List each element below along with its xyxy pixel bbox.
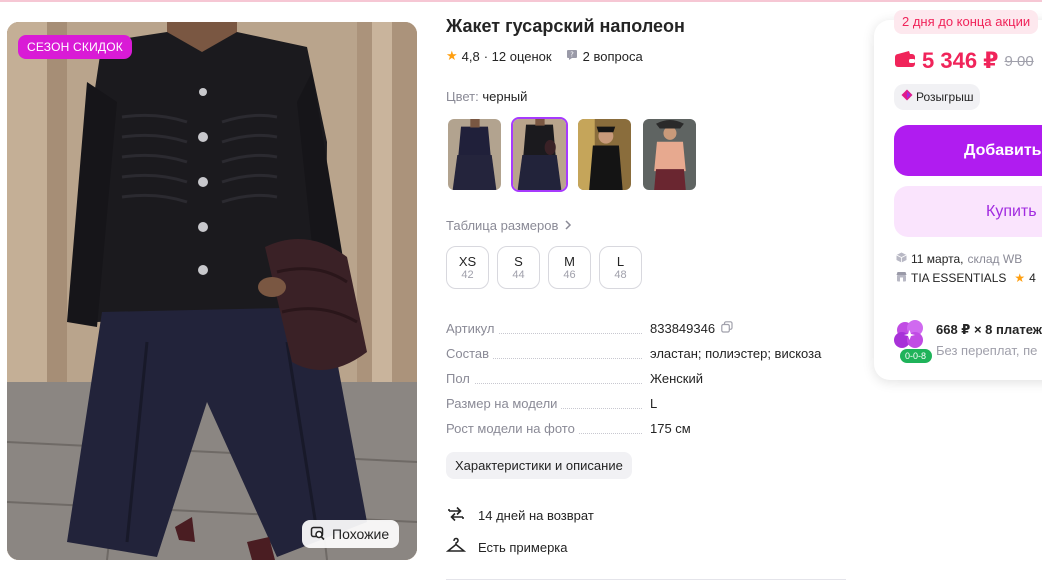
- delivery-date: 11 марта,: [911, 252, 964, 266]
- raffle-badge[interactable]: Розыгрыш: [894, 84, 981, 110]
- color-thumb-selected[interactable]: [511, 117, 568, 192]
- product-page: СЕЗОН СКИДОК Похожие Жакет гусарский нап…: [0, 0, 1042, 588]
- return-arrows-icon: [446, 504, 466, 527]
- spec-key: Рост модели на фото: [446, 421, 579, 436]
- current-price: 5 346 ₽: [922, 48, 999, 73]
- size-ru: 48: [614, 268, 627, 281]
- size-ru: 44: [512, 268, 525, 281]
- spec-row: Пол Женский: [446, 368, 846, 393]
- star-icon: ★: [1014, 271, 1026, 285]
- spec-value: 833849346: [650, 321, 733, 336]
- color-thumb[interactable]: [641, 117, 698, 192]
- buy-now-button[interactable]: Купить: [894, 186, 1042, 237]
- similar-search-icon: [310, 525, 326, 544]
- size-selector: XS 42 S 44 M 46 L 48: [446, 246, 642, 289]
- spec-value: эластан; полиэстер; вискоза: [650, 346, 822, 361]
- spec-row: Артикул 833849346: [446, 318, 846, 343]
- color-row: Цвет: черный: [446, 89, 527, 104]
- deadline-badge: 2 дня до конца акции: [894, 10, 1039, 34]
- chevron-right-icon: [564, 218, 572, 233]
- main-product-photo[interactable]: [7, 22, 417, 560]
- fitting-text: Есть примерка: [478, 540, 568, 555]
- delivery-warehouse: склад WB: [967, 252, 1023, 266]
- spec-dots: [446, 383, 642, 384]
- specs-table: Артикул 833849346 Состав эластан; полиэс…: [446, 318, 846, 443]
- size-label: S: [514, 253, 523, 269]
- spec-key: Размер на модели: [446, 396, 562, 411]
- size-option[interactable]: XS 42: [446, 246, 489, 289]
- size-table-label: Таблица размеров: [446, 218, 559, 233]
- diamond-icon: [901, 84, 913, 110]
- spec-row: Состав эластан; полиэстер; вискоза: [446, 343, 846, 368]
- svg-text:?: ?: [570, 50, 574, 58]
- installment-icon: 0-0-8: [893, 320, 933, 371]
- seller-name: TIA ESSENTIALS: [911, 271, 1007, 285]
- star-icon: ★: [446, 48, 458, 63]
- product-title: Жакет гусарский наполеон: [446, 16, 685, 36]
- similar-button[interactable]: Похожие: [302, 520, 400, 548]
- installment-title[interactable]: 668 ₽ × 8 платеж: [936, 322, 1042, 338]
- color-thumbnails: [446, 117, 698, 192]
- seller-info[interactable]: TIA ESSENTIALS ★ 4: [896, 271, 1036, 285]
- color-thumb[interactable]: [576, 117, 633, 192]
- size-label: L: [616, 253, 625, 269]
- size-label: M: [564, 253, 575, 269]
- size-option[interactable]: L 48: [599, 246, 642, 289]
- price-row: 5 346 ₽ 9 00: [894, 48, 1034, 74]
- spec-row: Рост модели на фото 175 см: [446, 418, 846, 443]
- shop-icon: [896, 271, 907, 285]
- similar-label: Похожие: [332, 526, 390, 542]
- reviews-link[interactable]: · 12 оценок: [484, 49, 552, 64]
- rating-row: ★ 4,8 · 12 оценок ? 2 вопроса: [446, 48, 643, 64]
- old-price: 9 00: [1004, 52, 1034, 70]
- spec-value: L: [650, 396, 658, 411]
- question-bubble-icon: ?: [566, 49, 578, 64]
- questions-count: 2 вопроса: [582, 48, 643, 64]
- spec-key: Артикул: [446, 321, 499, 336]
- installment-subtitle: Без переплат, пе: [936, 343, 1038, 358]
- size-ru: 42: [461, 268, 474, 281]
- return-feature: 14 дней на возврат: [446, 504, 594, 527]
- copy-icon[interactable]: [721, 321, 733, 336]
- raffle-label: Розыгрыш: [916, 90, 974, 104]
- spec-key: Пол: [446, 371, 474, 386]
- delivery-info: 11 марта, склад WB: [896, 252, 1022, 266]
- installment-badge: 0-0-8: [905, 351, 927, 361]
- top-accent-line: [0, 0, 1042, 2]
- add-to-cart-button[interactable]: Добавить: [894, 125, 1042, 176]
- color-label: Цвет:: [446, 89, 479, 104]
- spec-row: Размер на модели L: [446, 393, 846, 418]
- spec-value: Женский: [650, 371, 703, 386]
- box-icon: [896, 252, 907, 266]
- color-value: черный: [482, 89, 528, 104]
- promo-badge: СЕЗОН СКИДОК: [18, 35, 132, 59]
- size-option[interactable]: S 44: [497, 246, 540, 289]
- wallet-icon: [894, 50, 916, 73]
- return-text: 14 дней на возврат: [478, 508, 594, 523]
- divider: [446, 579, 846, 580]
- fitting-feature: Есть примерка: [445, 536, 568, 559]
- description-button[interactable]: Характеристики и описание: [446, 452, 632, 479]
- questions-link[interactable]: ? 2 вопроса: [566, 49, 643, 64]
- spec-key: Состав: [446, 346, 494, 361]
- size-ru: 46: [563, 268, 576, 281]
- rating-value: 4,8: [461, 48, 480, 64]
- hanger-icon: [445, 536, 467, 559]
- size-label: XS: [458, 253, 477, 269]
- seller-rating: 4: [1029, 271, 1036, 285]
- size-option[interactable]: M 46: [548, 246, 591, 289]
- color-thumb[interactable]: [446, 117, 503, 192]
- article-number: 833849346: [650, 321, 716, 336]
- spec-value: 175 см: [650, 421, 691, 436]
- size-table-link[interactable]: Таблица размеров: [446, 218, 572, 233]
